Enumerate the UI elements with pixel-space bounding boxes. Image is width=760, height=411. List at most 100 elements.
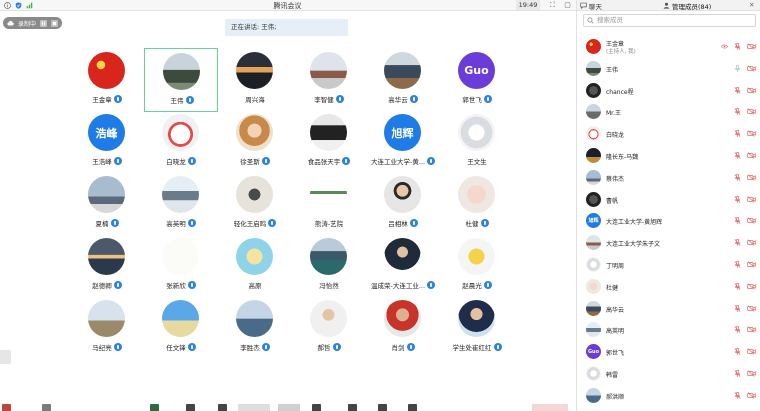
mic-muted-icon[interactable]: [734, 173, 741, 182]
mic-icon[interactable]: [734, 64, 741, 73]
camera-off-icon[interactable]: [747, 261, 756, 268]
participant-tile[interactable]: 赵德卿: [70, 234, 144, 298]
participant-tile[interactable]: 王伟: [144, 48, 218, 112]
camera-off-icon[interactable]: [747, 174, 756, 181]
participant-tile[interactable]: 马纪亮: [70, 296, 144, 360]
mic-muted-icon[interactable]: [734, 216, 741, 225]
members-icon[interactable]: [186, 404, 195, 411]
participant-tile[interactable]: 王金章: [70, 48, 144, 112]
participant-tile[interactable]: 周兴海: [218, 48, 292, 112]
camera-off-icon[interactable]: [747, 304, 756, 312]
participant-tile[interactable]: 李胜杰: [218, 296, 292, 360]
camera-off-icon[interactable]: [747, 152, 756, 159]
participant-tile[interactable]: 吕相林: [366, 172, 440, 236]
member-row[interactable]: 王伟: [577, 58, 760, 80]
panel-close-icon[interactable]: ✕: [749, 1, 754, 9]
eye-icon[interactable]: [721, 44, 728, 49]
mic-muted-icon[interactable]: [734, 195, 741, 204]
participant-tile[interactable]: 任文锋: [144, 296, 218, 360]
participant-tile[interactable]: 夏楠: [70, 172, 144, 236]
camera-off-icon[interactable]: [747, 370, 756, 377]
participant-tile[interactable]: 熊涛-艺院: [292, 172, 366, 236]
end-meeting-button[interactable]: [532, 404, 568, 411]
member-row[interactable]: 蔡伟杰: [577, 167, 760, 189]
settings-icon[interactable]: [408, 404, 417, 411]
participant-tile[interactable]: 浩峰 王浩峰: [70, 110, 144, 174]
participant-tile[interactable]: 旭辉 大连工业大学-黄...: [366, 110, 440, 174]
camera-off-icon[interactable]: [747, 283, 756, 290]
member-row[interactable]: 旭辉 大连工业大学-黄旭辉: [577, 210, 760, 232]
pause-recording-button[interactable]: [40, 19, 48, 27]
video-control-icon[interactable]: [42, 404, 51, 411]
participant-tile[interactable]: 张新欣: [144, 234, 218, 298]
participant-tile[interactable]: 高原: [218, 234, 292, 298]
member-row[interactable]: 韩雷: [577, 363, 760, 385]
participant-tile[interactable]: Guo 郭世飞: [440, 48, 514, 112]
chat-button[interactable]: [278, 404, 300, 411]
mic-muted-icon[interactable]: [734, 347, 741, 356]
invite-icon[interactable]: [218, 404, 227, 411]
camera-off-icon[interactable]: [747, 217, 756, 225]
participant-tile[interactable]: 高华云: [366, 48, 440, 112]
participant-tile[interactable]: 轻化王启鸣: [218, 172, 292, 236]
participant-tile[interactable]: 杜健: [440, 172, 514, 236]
participant-tile[interactable]: 王文生: [440, 110, 514, 174]
member-row[interactable]: chance程: [577, 80, 760, 102]
participant-tile[interactable]: 李智健: [292, 48, 366, 112]
camera-off-icon[interactable]: [747, 43, 756, 50]
mic-muted-icon[interactable]: [734, 282, 741, 291]
participant-tile[interactable]: 赵晨光: [440, 234, 514, 298]
member-row[interactable]: 郝洪顺: [577, 385, 760, 407]
member-row[interactable]: 高英明: [577, 319, 760, 341]
member-row[interactable]: 白晓龙: [577, 123, 760, 145]
member-row[interactable]: 大连工业大学朱子文: [577, 232, 760, 254]
camera-off-icon[interactable]: [747, 239, 756, 246]
member-row[interactable]: Mr.王: [577, 101, 760, 123]
mic-muted-icon[interactable]: [734, 304, 741, 313]
fullscreen-icon[interactable]: ⛶: [548, 1, 557, 10]
mic-muted-icon[interactable]: [734, 325, 741, 334]
camera-off-icon[interactable]: [747, 326, 756, 334]
participant-tile[interactable]: 徐圣斯: [218, 110, 292, 174]
record-button[interactable]: [238, 404, 270, 411]
participant-tile[interactable]: 学生处崔红红: [440, 296, 514, 360]
member-row[interactable]: 曹帆: [577, 189, 760, 211]
camera-off-icon[interactable]: [747, 195, 756, 203]
member-row[interactable]: Guo 郭世飞: [577, 341, 760, 363]
member-row[interactable]: 丁明周: [577, 254, 760, 276]
mic-control-icon[interactable]: [2, 404, 11, 411]
mic-muted-icon[interactable]: [734, 151, 741, 160]
member-search-input[interactable]: 搜索成员: [583, 14, 756, 27]
camera-off-icon[interactable]: [747, 65, 756, 72]
camera-off-icon[interactable]: [747, 392, 756, 399]
mic-muted-icon[interactable]: [734, 238, 741, 247]
tab-chat[interactable]: 聊天: [589, 1, 602, 11]
mic-muted-icon[interactable]: [734, 369, 741, 378]
participant-tile[interactable]: 冯怡然: [292, 234, 366, 298]
camera-off-icon[interactable]: [747, 86, 756, 94]
camera-off-icon[interactable]: [747, 108, 756, 116]
participant-tile[interactable]: 高英明: [144, 172, 218, 236]
participant-tile[interactable]: 郝哲: [292, 296, 366, 360]
mic-muted-icon[interactable]: [734, 391, 741, 400]
stop-recording-button[interactable]: [51, 19, 59, 27]
member-row[interactable]: 高华云: [577, 298, 760, 320]
member-row[interactable]: 杜健: [577, 276, 760, 298]
participant-tile[interactable]: 肖剑: [366, 296, 440, 360]
member-row[interactable]: 隆长东-马魏: [577, 145, 760, 167]
camera-off-icon[interactable]: [747, 130, 756, 137]
tab-members[interactable]: 管理成员(84): [672, 1, 711, 11]
layout-switch-icon[interactable]: [378, 404, 387, 411]
participant-tile[interactable]: 食品张天宇: [292, 110, 366, 174]
participant-tile[interactable]: 白晓龙: [144, 110, 218, 174]
apps-icon[interactable]: [348, 404, 357, 411]
member-row[interactable]: 王金章 (主持人, 我): [577, 36, 760, 58]
participant-tile[interactable]: 温成荣-大连工业...: [366, 234, 440, 298]
interact-icon[interactable]: [312, 404, 321, 411]
camera-off-icon[interactable]: [747, 348, 756, 355]
side-toggle-handle[interactable]: [0, 350, 11, 364]
mic-muted-icon[interactable]: [734, 107, 741, 116]
share-screen-icon[interactable]: [150, 404, 159, 411]
layout-icon[interactable]: ▢: [563, 1, 572, 10]
mic-muted-icon[interactable]: [734, 42, 741, 51]
